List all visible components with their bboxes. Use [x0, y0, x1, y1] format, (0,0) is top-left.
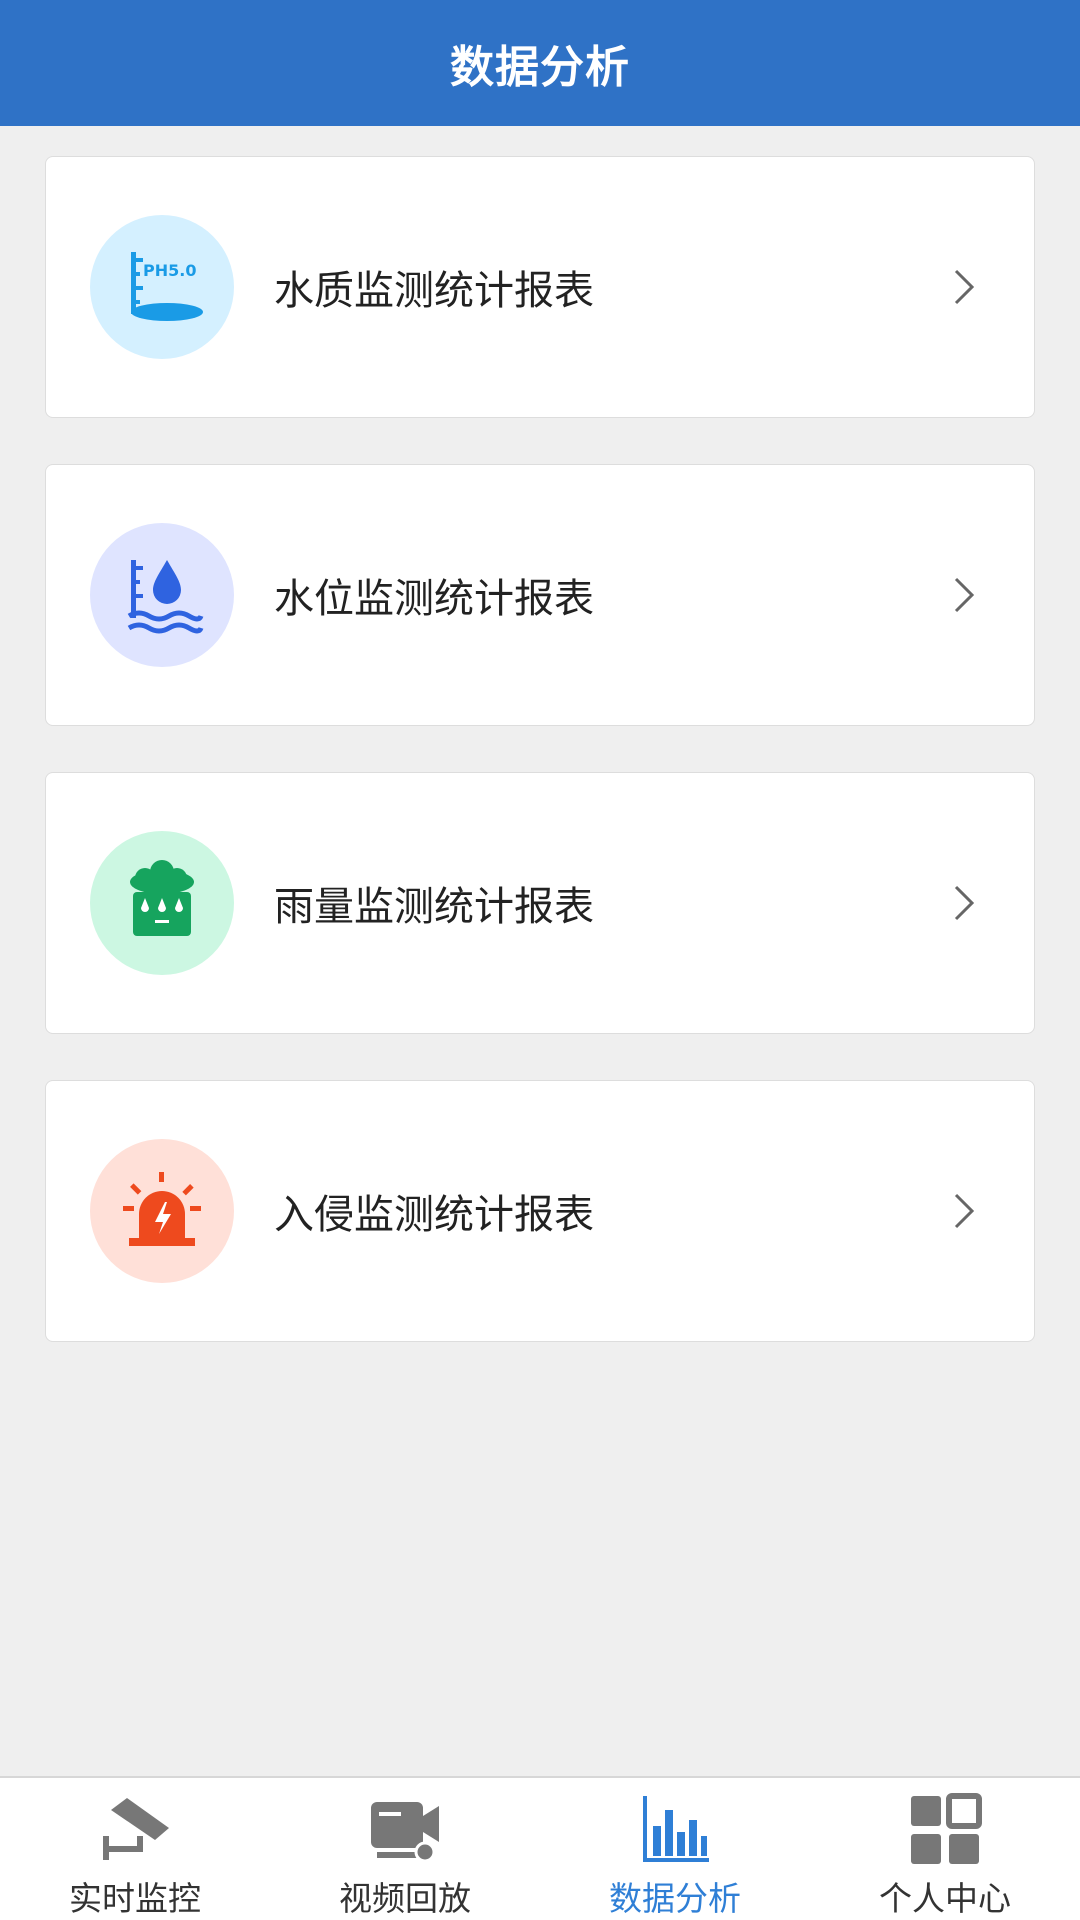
report-item-rainfall[interactable]: 雨量监测统计报表	[45, 772, 1035, 1034]
tab-personal-center[interactable]: 个人中心	[810, 1778, 1080, 1920]
tab-label: 视频回放	[339, 1879, 471, 1918]
report-item-label: 水位监测统计报表	[274, 576, 594, 622]
cctv-camera-icon	[97, 1792, 173, 1868]
tab-label: 数据分析	[609, 1879, 741, 1918]
ph-meter-icon: PH5.0	[90, 215, 234, 359]
chevron-right-icon	[944, 267, 984, 307]
chevron-right-icon	[944, 575, 984, 615]
report-item-intrusion[interactable]: 入侵监测统计报表	[45, 1080, 1035, 1342]
ph-value-text: PH5.0	[143, 261, 196, 280]
tab-video-playback[interactable]: 视频回放	[270, 1778, 540, 1920]
alarm-light-icon	[90, 1139, 234, 1283]
tab-realtime-monitor[interactable]: 实时监控	[0, 1778, 270, 1920]
water-level-icon	[90, 523, 234, 667]
top-header: 数据分析	[0, 0, 1080, 126]
chevron-right-icon	[944, 1191, 984, 1231]
report-item-label: 入侵监测统计报表	[274, 1192, 594, 1238]
page-title: 数据分析	[450, 42, 630, 93]
rain-gauge-icon	[90, 831, 234, 975]
report-item-water-quality[interactable]: PH5.0 水质监测统计报表	[45, 156, 1035, 418]
tab-label: 实时监控	[69, 1879, 201, 1918]
report-item-water-level[interactable]: 水位监测统计报表	[45, 464, 1035, 726]
grid-icon	[907, 1792, 983, 1868]
tab-data-analysis[interactable]: 数据分析	[540, 1778, 810, 1920]
report-item-label: 雨量监测统计报表	[274, 884, 594, 930]
tab-label: 个人中心	[879, 1879, 1011, 1918]
video-camera-icon	[367, 1792, 443, 1868]
bar-chart-icon	[637, 1792, 713, 1868]
bottom-tab-bar: 实时监控 视频回放 数据分析 个人中心	[0, 1776, 1080, 1920]
report-item-label: 水质监测统计报表	[274, 268, 594, 314]
chevron-right-icon	[944, 883, 984, 923]
